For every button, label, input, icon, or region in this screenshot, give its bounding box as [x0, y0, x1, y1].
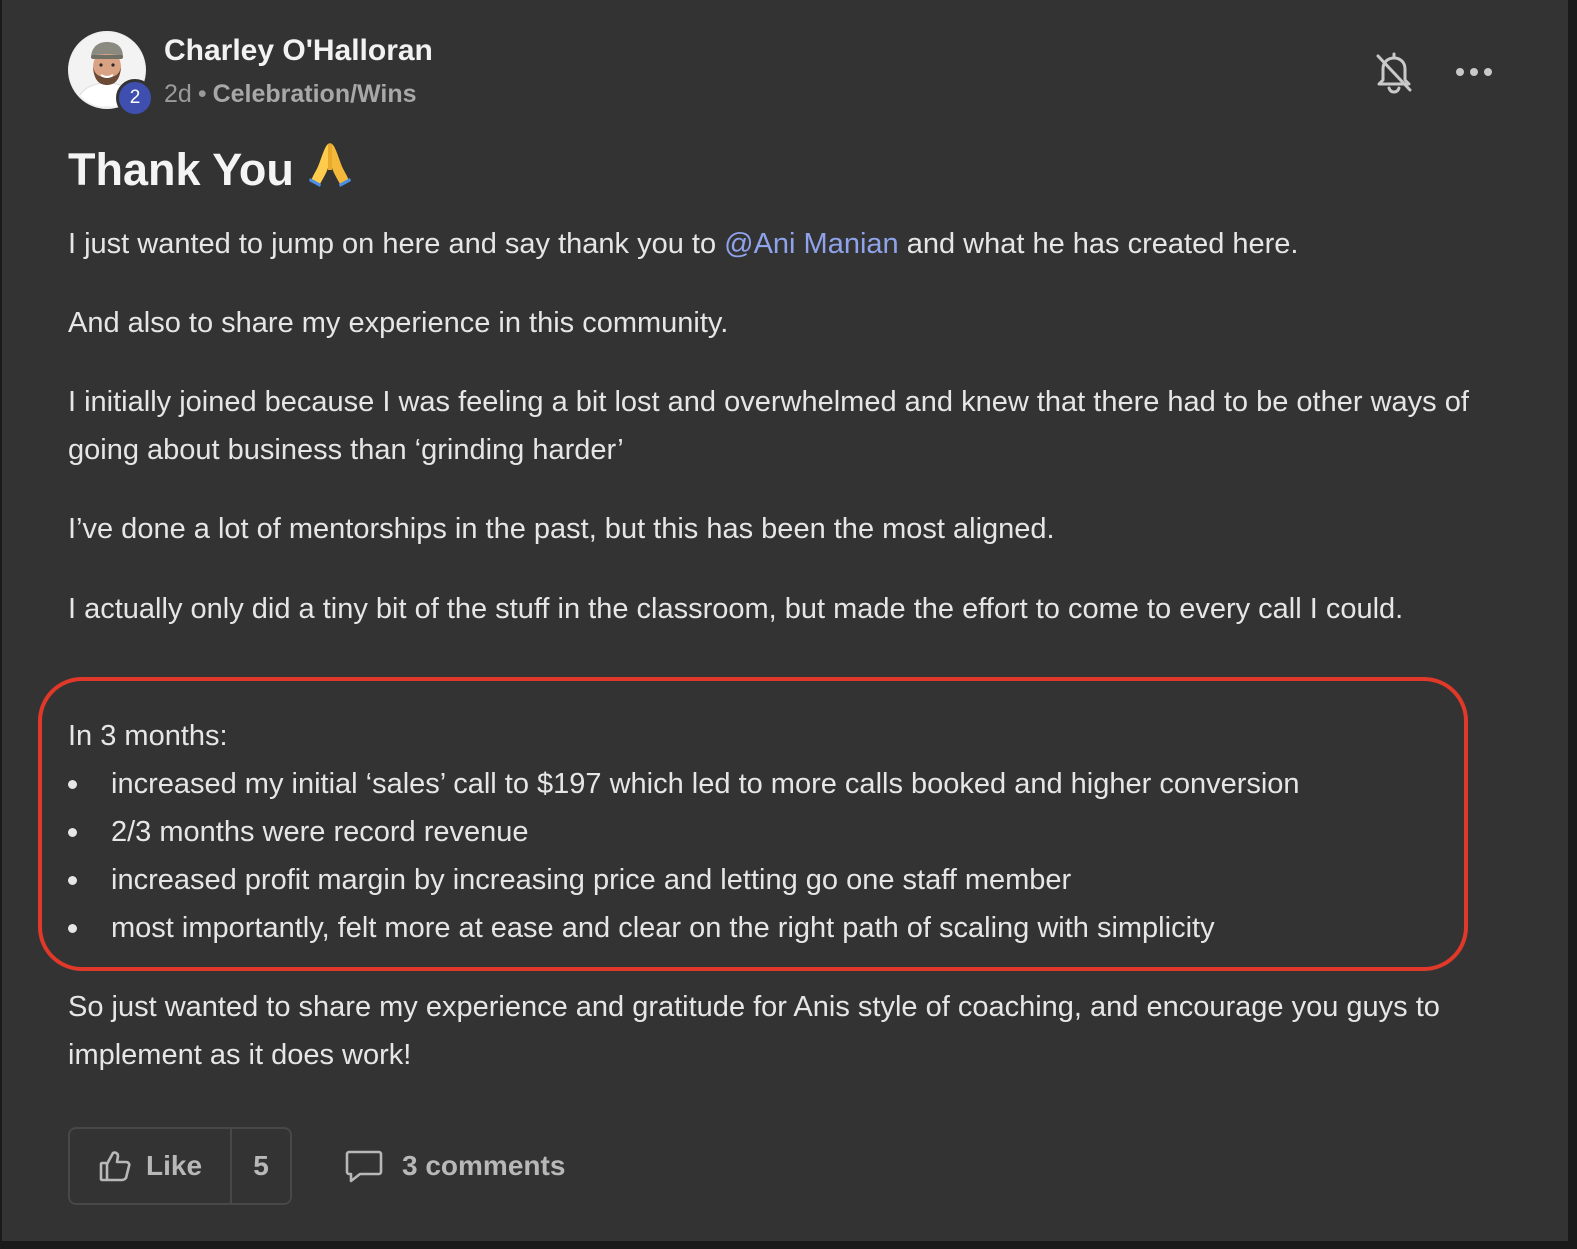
post-category[interactable]: Celebration/Wins — [213, 80, 417, 108]
like-count[interactable]: 5 — [232, 1129, 290, 1203]
level-badge: 2 — [116, 79, 154, 117]
comment-icon — [345, 1150, 383, 1183]
list-item: 2/3 months were record revenue — [68, 808, 1300, 856]
post-title-text: Thank You — [68, 143, 294, 195]
paragraph-text: I just wanted to jump on here and say th… — [68, 228, 725, 260]
paragraph: And also to share my experience in this … — [68, 307, 729, 339]
list-intro: In 3 months: — [68, 720, 228, 752]
list-item: increased profit margin by increasing pr… — [68, 856, 1300, 904]
more-horizontal-icon[interactable] — [1452, 58, 1496, 86]
paragraph: I’ve done a lot of mentorships in the pa… — [68, 513, 1055, 545]
post-card: 2 Charley O'Halloran 2d • Celebration/Wins… — [2, 0, 1568, 1241]
folded-hands-emoji — [306, 140, 354, 199]
results-list: increased my initial ‘sales’ call to $19… — [68, 760, 1300, 952]
paragraph: I initially joined because I was feeling… — [68, 386, 1469, 466]
like-label: Like — [145, 1150, 203, 1181]
bell-off-icon[interactable] — [1374, 50, 1414, 94]
meta-separator: • — [197, 80, 207, 108]
paragraph: I actually only did a tiny bit of the st… — [68, 593, 1404, 625]
list-item: increased my initial ‘sales’ call to $19… — [68, 760, 1300, 808]
user-mention-link[interactable]: @Ani Manian — [724, 228, 899, 260]
list-item: most importantly, felt more at ease and … — [68, 904, 1300, 952]
post-title: Thank You — [68, 140, 354, 199]
paragraph: So just wanted to share my experience an… — [68, 991, 1440, 1071]
thumbs-up-icon — [99, 1151, 131, 1182]
comments-label: 3 comments — [402, 1150, 566, 1181]
comments-button[interactable]: 3 comments — [344, 1142, 565, 1190]
paragraph: I just wanted to jump on here and say th… — [68, 220, 1298, 268]
like-group: Like 5 — [68, 1127, 292, 1205]
like-button[interactable]: Like — [70, 1129, 232, 1203]
author-name[interactable]: Charley O'Halloran — [164, 34, 433, 68]
paragraph-text: and what he has created here. — [898, 228, 1299, 260]
post-time: 2d — [164, 80, 192, 108]
post-meta: 2d • Celebration/Wins — [164, 80, 417, 109]
